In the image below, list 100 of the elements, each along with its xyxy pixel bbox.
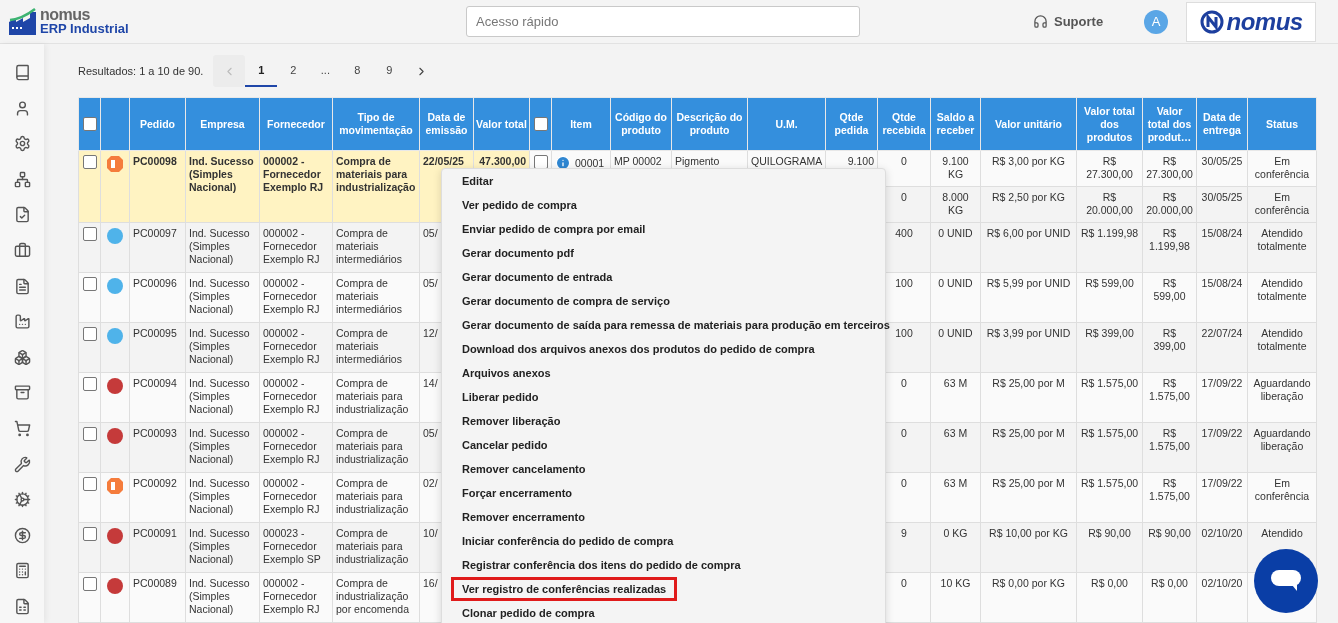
- table-cell: R$ 2,50 por KG: [992, 191, 1065, 203]
- table-cell: Compra de materiais intermediários: [336, 327, 402, 365]
- table-cell: 000023 - Fornecedor Exemplo SP: [263, 527, 321, 565]
- menu-item[interactable]: Forçar encerramento: [451, 481, 584, 505]
- checkbox[interactable]: [533, 117, 548, 132]
- menu-item[interactable]: Ver registro de conferências realizadas: [451, 577, 678, 601]
- factory-icon[interactable]: [13, 313, 31, 331]
- checkbox[interactable]: [82, 117, 97, 132]
- checkbox[interactable]: [82, 427, 97, 442]
- table-cell: Ind. Sucesso (Simples Nacional): [189, 477, 250, 515]
- table-cell: R$ 1.575,00: [1080, 377, 1139, 389]
- menu-item[interactable]: Remover cancelamento: [451, 457, 597, 481]
- checkbox[interactable]: [533, 155, 548, 170]
- table-cell: R$ 599,00: [1153, 277, 1186, 302]
- menu-item[interactable]: Clonar pedido de compra: [451, 601, 606, 623]
- checkbox[interactable]: [82, 577, 97, 592]
- page-button[interactable]: 8: [341, 55, 374, 87]
- menu-item[interactable]: Gerar documento de entrada: [451, 265, 624, 289]
- menu-item[interactable]: Enviar pedido de compra por email: [451, 217, 657, 241]
- column-header: Fornecedor: [267, 117, 325, 130]
- status-dot: [106, 327, 124, 345]
- column-header: Saldo a receber: [936, 111, 975, 136]
- menu-item[interactable]: Cancelar pedido: [451, 433, 559, 457]
- table-cell: 0: [901, 155, 907, 167]
- column-header: Valor total dos produtos: [1084, 104, 1135, 143]
- table-cell: R$ 1.575,00: [1080, 477, 1139, 489]
- table-cell: R$ 27.300,00: [1146, 155, 1193, 180]
- menu-item[interactable]: Remover liberação: [451, 409, 572, 433]
- table-cell: 10/: [423, 527, 438, 539]
- table-cell: 63 M: [943, 427, 968, 439]
- checkbox[interactable]: [82, 527, 97, 542]
- menu-item[interactable]: Editar: [451, 169, 505, 193]
- checkbox[interactable]: [82, 377, 97, 392]
- order-number: PC00095: [133, 327, 177, 339]
- table-cell: Ind. Sucesso (Simples Nacional): [189, 577, 250, 615]
- gear-icon[interactable]: [13, 491, 31, 509]
- page-button[interactable]: ...: [309, 55, 342, 87]
- table-cell: 9.100 KG: [942, 155, 969, 180]
- menu-item[interactable]: Download dos arquivos anexos dos produtos do pedido de compra: [451, 337, 826, 361]
- menu-item[interactable]: Gerar documento pdf: [451, 241, 585, 265]
- page-button[interactable]: 2: [277, 55, 310, 87]
- status-text: Em conferência: [1254, 155, 1310, 180]
- page-button[interactable]: 1: [245, 55, 278, 87]
- table-cell: 15/08/24: [1201, 277, 1243, 289]
- table-cell: 16/: [423, 577, 438, 589]
- table-cell: 0: [901, 427, 907, 439]
- table-cell: 0 UNID: [938, 227, 973, 239]
- table-cell: Ind. Sucesso (Simples Nacional): [189, 277, 250, 315]
- table-cell: QUILOGRAMA: [751, 155, 823, 167]
- table-cell: 000002 - Fornecedor Exemplo RJ: [263, 577, 320, 615]
- table-cell: R$ 3,99 por UNID: [986, 327, 1071, 339]
- table-cell: 47.300,00: [479, 155, 526, 167]
- checkbox[interactable]: [82, 277, 97, 292]
- table-cell: MP 00002: [614, 155, 662, 167]
- table-cell: Compra de materiais para industrialização: [336, 155, 416, 193]
- headset-icon[interactable]: [1033, 14, 1048, 29]
- support-link[interactable]: Suporte: [1054, 14, 1104, 29]
- menu-item[interactable]: Ver pedido de compra: [451, 193, 588, 217]
- hierarchy-icon[interactable]: [13, 170, 31, 188]
- wrench-icon[interactable]: [13, 455, 31, 473]
- status-dot: [106, 227, 124, 245]
- checkbox[interactable]: [82, 477, 97, 492]
- settings-icon[interactable]: [13, 135, 31, 153]
- book-icon[interactable]: [13, 64, 31, 81]
- status-dot: [106, 527, 124, 545]
- table-cell: Compra de materiais para industrialização: [336, 477, 409, 515]
- menu-item[interactable]: Remover encerramento: [451, 505, 596, 529]
- table-cell: 02/10/20: [1201, 527, 1243, 539]
- archive-icon[interactable]: [13, 384, 31, 402]
- table-cell: 0: [901, 377, 907, 389]
- briefcase-icon[interactable]: [13, 241, 31, 259]
- table-cell: 02/10/20: [1201, 577, 1243, 589]
- cart-icon[interactable]: [13, 419, 31, 437]
- search-field[interactable]: Acesso rápido: [466, 6, 860, 37]
- table-cell: R$ 20.000,00: [1086, 191, 1133, 216]
- dollar-icon[interactable]: [13, 526, 31, 544]
- calculator-icon[interactable]: [13, 562, 31, 580]
- table-cell: 05/: [423, 277, 438, 289]
- menu-item[interactable]: Registrar conferência dos itens do pedido de compra: [451, 553, 752, 577]
- status-dot: [106, 377, 124, 395]
- table-cell: 17/09/22: [1201, 427, 1243, 439]
- column-header: Data de entrega: [1203, 111, 1241, 136]
- checkbox[interactable]: [82, 155, 97, 170]
- menu-item[interactable]: Gerar documento de compra de serviço: [451, 289, 681, 313]
- menu-item[interactable]: Arquivos anexos: [451, 361, 562, 385]
- document-icon[interactable]: [13, 277, 31, 295]
- boxes-icon[interactable]: [13, 348, 31, 366]
- checkbox[interactable]: [82, 327, 97, 342]
- page-button[interactable]: 9: [373, 55, 406, 87]
- status-text: Em conferência: [1254, 191, 1310, 216]
- document-check-icon[interactable]: [13, 206, 31, 224]
- menu-item[interactable]: Liberar pedido: [451, 385, 550, 409]
- spreadsheet-icon[interactable]: [13, 597, 31, 615]
- table-cell: 9.100: [847, 155, 874, 167]
- status-dot: [106, 277, 124, 295]
- table-cell: Ind. Sucesso (Simples Nacional): [189, 527, 250, 565]
- table-cell: R$ 599,00: [1085, 277, 1134, 289]
- checkbox[interactable]: [82, 227, 97, 242]
- column-header: Valor total dos produt…: [1147, 104, 1192, 143]
- menu-item[interactable]: Iniciar conferência do pedido de compra: [451, 529, 685, 553]
